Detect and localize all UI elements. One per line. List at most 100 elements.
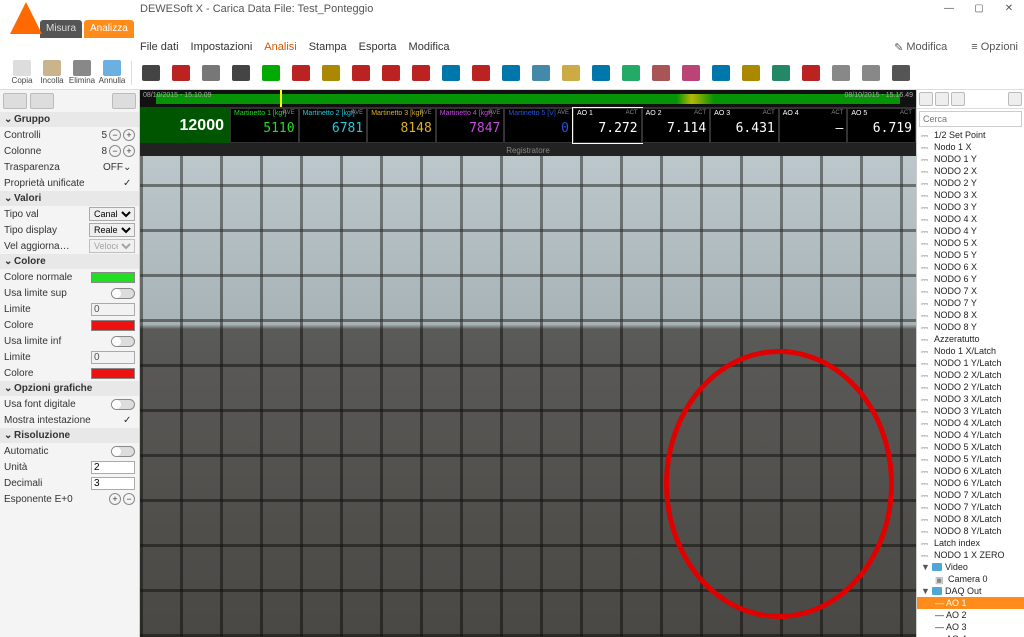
tree-icon[interactable] (951, 92, 965, 106)
channel-item[interactable]: ⎓NODO 1 X ZERO (917, 549, 1024, 561)
group-colore-header[interactable]: ⌄Colore (0, 254, 139, 269)
channel-item[interactable]: ⎓NODO 5 X (917, 237, 1024, 249)
menu-file[interactable]: File dati (140, 41, 179, 53)
channel-item[interactable]: ⎓NODO 7 X/Latch (917, 489, 1024, 501)
toggle-digital-font[interactable] (111, 399, 135, 410)
grid-icon[interactable] (919, 92, 933, 106)
checkmark-icon[interactable]: ✓ (123, 415, 135, 426)
channel-item-ao[interactable]: — AO 3 (917, 621, 1024, 633)
widget-button-8[interactable] (377, 59, 405, 87)
group-opzgraf-header[interactable]: ⌄Opzioni grafiche (0, 381, 139, 396)
increment-icon[interactable]: + (123, 129, 135, 141)
widget-button-7[interactable] (347, 59, 375, 87)
channel-item[interactable]: ⎓NODO 5 Y/Latch (917, 453, 1024, 465)
channel-item[interactable]: ⎓Azzeratutto (917, 333, 1024, 345)
menu-analysis[interactable]: Analisi (264, 41, 296, 53)
channel-group-daq[interactable]: ▼DAQ Out (917, 585, 1024, 597)
decimali-input[interactable] (91, 477, 135, 490)
list-icon[interactable] (935, 92, 949, 106)
channel-search-input[interactable] (919, 111, 1022, 127)
widget-button-20[interactable] (737, 59, 765, 87)
channel-item-ao[interactable]: — AO 1 (917, 597, 1024, 609)
channel-item[interactable]: ⎓NODO 6 Y (917, 273, 1024, 285)
channel-item[interactable]: ⎓NODO 7 Y (917, 297, 1024, 309)
readout-cell-7[interactable]: AO 3ACT6.431 (710, 108, 779, 143)
channel-item[interactable]: ⎓NODO 6 X (917, 261, 1024, 273)
mode-tab-analyze[interactable]: Analizza (84, 20, 134, 38)
menu-export[interactable]: Esporta (359, 41, 397, 53)
widget-button-25[interactable] (887, 59, 915, 87)
channel-item[interactable]: ⎓Nodo 1 X (917, 141, 1024, 153)
recorder-bar[interactable]: Registratore (140, 144, 916, 156)
menu-print[interactable]: Stampa (309, 41, 347, 53)
widget-button-2[interactable] (197, 59, 225, 87)
widget-button-23[interactable] (827, 59, 855, 87)
timeline-cursor[interactable] (280, 90, 282, 107)
widget-button-5[interactable] (287, 59, 315, 87)
channel-item[interactable]: ▣Camera 0 (917, 573, 1024, 585)
widget-button-1[interactable] (167, 59, 195, 87)
channel-item[interactable]: ⎓NODO 3 Y (917, 201, 1024, 213)
widget-button-15[interactable] (587, 59, 615, 87)
widget-button-22[interactable] (797, 59, 825, 87)
group-gruppo-header[interactable]: ⌄Gruppo (0, 112, 139, 127)
tipodisplay-select[interactable]: Reale (89, 223, 135, 237)
channel-item[interactable]: ⎓NODO 4 Y (917, 225, 1024, 237)
channel-item[interactable]: ⎓NODO 3 X (917, 189, 1024, 201)
channel-item[interactable]: ⎓NODO 4 Y/Latch (917, 429, 1024, 441)
widget-button-9[interactable] (407, 59, 435, 87)
channel-item-ao[interactable]: — AO 4 (917, 633, 1024, 637)
channel-item[interactable]: ⎓NODO 8 Y (917, 321, 1024, 333)
maximize-button[interactable]: ▢ (964, 0, 994, 18)
tool-paste[interactable]: Incolla (38, 59, 66, 87)
unita-input[interactable] (91, 461, 135, 474)
tipoval-select[interactable]: Canale (89, 207, 135, 221)
decrement-icon[interactable]: − (109, 129, 121, 141)
widget-button-12[interactable] (497, 59, 525, 87)
channel-item[interactable]: ⎓NODO 4 X (917, 213, 1024, 225)
channel-item[interactable]: ⎓Latch index (917, 537, 1024, 549)
properties-tab-2[interactable] (30, 93, 54, 109)
widget-button-13[interactable] (527, 59, 555, 87)
toggle-automatic[interactable] (111, 446, 135, 457)
channel-item[interactable]: ⎓NODO 6 Y/Latch (917, 477, 1024, 489)
widget-button-18[interactable] (677, 59, 705, 87)
properties-tab-1[interactable] (3, 93, 27, 109)
widget-button-16[interactable] (617, 59, 645, 87)
widget-button-10[interactable] (437, 59, 465, 87)
readout-cell-3[interactable]: Martinetto 4 [kgf]AVE7847 (436, 108, 505, 143)
channel-item[interactable]: ⎓NODO 5 X/Latch (917, 441, 1024, 453)
checkmark-icon[interactable]: ✓ (123, 178, 135, 189)
readout-cell-5[interactable]: AO 1ACT7.272 (573, 108, 642, 143)
menu-settings[interactable]: Impostazioni (191, 41, 253, 53)
top-right-edit-button[interactable]: ✎Modifica (888, 41, 953, 54)
widget-button-14[interactable] (557, 59, 585, 87)
widget-button-6[interactable] (317, 59, 345, 87)
widget-button-17[interactable] (647, 59, 675, 87)
chevron-down-icon[interactable]: ⌄ (123, 162, 135, 173)
menu-edit[interactable]: Modifica (409, 41, 450, 53)
widget-button-24[interactable] (857, 59, 885, 87)
readout-cell-9[interactable]: AO 5ACT6.719 (847, 108, 916, 143)
readout-cell-0[interactable]: Martinetto 1 [kgf]AVE5110 (230, 108, 299, 143)
channel-group-video[interactable]: ▼Video (917, 561, 1024, 573)
increment-icon[interactable]: + (109, 493, 121, 505)
readout-cell-8[interactable]: AO 4ACT— (779, 108, 848, 143)
tool-delete[interactable]: Elimina (68, 59, 96, 87)
properties-tab-3[interactable] (112, 93, 136, 109)
video-view[interactable] (140, 156, 916, 637)
channel-item[interactable]: ⎓NODO 4 X/Latch (917, 417, 1024, 429)
expand-icon[interactable] (1008, 92, 1022, 106)
toggle-limit-inf[interactable] (111, 336, 135, 347)
increment-icon[interactable]: + (123, 145, 135, 157)
channel-item[interactable]: ⎓NODO 3 X/Latch (917, 393, 1024, 405)
widget-button-19[interactable] (707, 59, 735, 87)
decrement-icon[interactable]: − (109, 145, 121, 157)
readout-cell-6[interactable]: AO 2ACT7.114 (642, 108, 711, 143)
channel-item[interactable]: ⎓Nodo 1 X/Latch (917, 345, 1024, 357)
timeline[interactable]: 08/10/2015 - 15.10.09 08/10/2015 - 15.16… (140, 90, 916, 108)
widget-button-11[interactable] (467, 59, 495, 87)
channel-item[interactable]: ⎓NODO 8 Y/Latch (917, 525, 1024, 537)
readout-cell-2[interactable]: Martinetto 3 [kgf]AVE8148 (367, 108, 436, 143)
decrement-icon[interactable]: − (123, 493, 135, 505)
